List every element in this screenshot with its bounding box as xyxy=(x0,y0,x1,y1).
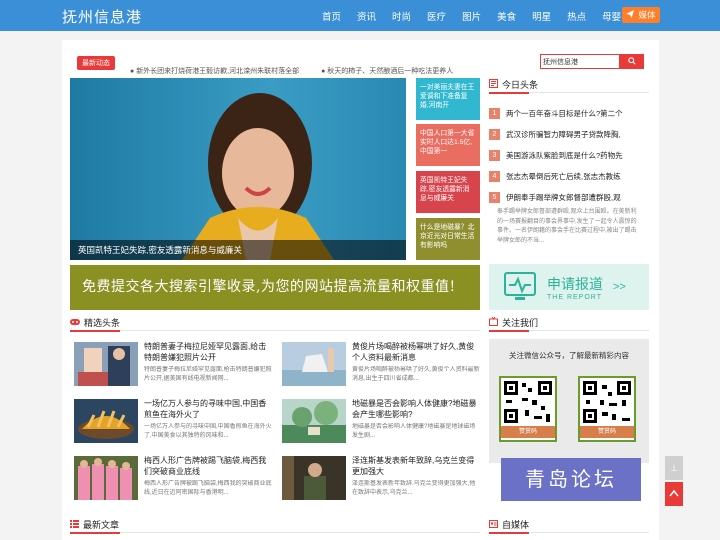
featured-section-title: 精选头条 xyxy=(70,316,120,329)
card-title[interactable]: 梅西人形广告牌被踢飞脑袋,梅西我们突破商业底线 xyxy=(144,456,272,478)
qr-code-label: 赞赏码 xyxy=(501,426,555,438)
today-list-item[interactable]: 1 两个一百年奋斗目标是什么?第二个 xyxy=(489,108,639,119)
menu-item-news[interactable]: 资讯 xyxy=(357,9,376,23)
list-icon xyxy=(70,519,79,530)
qr-code-label: 赞赏码 xyxy=(580,426,634,438)
today-list-item[interactable]: 2 武汉诊所骗智力障碍男子贷款降胸, xyxy=(489,129,639,140)
main-menu: 首页 资讯 时尚 医疗 图片 美食 明星 热点 母婴 xyxy=(322,9,637,23)
today-section-title: 今日头条 xyxy=(489,78,538,91)
card-title[interactable]: 地磁暴是否会影响人体健康?地磁暴会产生哪些影响? xyxy=(352,399,480,421)
apply-report-banner[interactable]: 申请报道 THE REPORT >> xyxy=(489,264,649,310)
featured-card[interactable]: 地磁暴是否会影响人体健康?地磁暴会产生哪些影响? 地磁暴是否会影响人体健康?地磁… xyxy=(282,399,482,449)
card-thumbnail xyxy=(282,399,346,443)
ticker-item[interactable]: ● 秋天的柿子、天然酿酒后一种吃法更养人 xyxy=(321,68,463,75)
promo-banner[interactable]: 免费提交各大搜索引擎收录,为您的网站提高流量和权重值! xyxy=(70,265,480,310)
double-arrow-icon: >> xyxy=(613,281,626,293)
card-desc: 特朗普妻子梅拉尼娅罕见露面,枪击特朗普嫌犯照片公开,据美国有线电视新闻网... xyxy=(144,367,272,382)
ticker-item[interactable]: ● 新外长团来打烧荷港王毅访歉,河北滦州朱联村落全部 xyxy=(130,68,309,75)
today-list-item[interactable]: 5 伊朗奉手踢举牌女郎督部遭群殴,观 xyxy=(489,192,639,203)
follow-section-title: 关注我们 xyxy=(489,316,538,329)
card-thumbnail xyxy=(74,456,138,500)
divider xyxy=(529,330,649,331)
report-title: 申请报道 xyxy=(547,275,603,292)
news-ticker: ● 新外长团来打烧荷港王毅访歉,河北滦州朱联村落全部 ● 秋天的柿子、天然酿酒后… xyxy=(130,66,473,76)
media-button[interactable]: 媒体 xyxy=(622,7,660,23)
section-underline xyxy=(70,330,120,332)
news-icon xyxy=(489,79,498,90)
card-thumbnail xyxy=(282,342,346,386)
menu-item-food[interactable]: 美食 xyxy=(497,9,516,23)
top-nav-bar: 抚州信息港 首页 资讯 时尚 医疗 图片 美食 明星 热点 母婴 媒体 xyxy=(0,0,720,31)
floating-gray-button[interactable]: ⊥ xyxy=(665,456,683,480)
divider xyxy=(120,532,480,533)
card-title[interactable]: 泽连斯基发表新年致辞,乌克兰变得更加强大 xyxy=(352,456,480,478)
card-title[interactable]: 特朗普妻子梅拉尼娅罕见露面,给击特朗普嫌犯照片公开 xyxy=(144,342,272,364)
card-desc: 梅西人形广告牌被踢飞脑袋,梅西我的突破商业底线,近日在迈阿密国际与香港明... xyxy=(144,481,272,496)
latest-news-tag: 最新动态 xyxy=(77,56,115,70)
menu-item-pictures[interactable]: 图片 xyxy=(462,9,481,23)
follow-description: 关注微信公众号，了解最新精彩内容 xyxy=(509,351,629,360)
card-desc: 黄俊片场喝醉被杨幂哄了好久,黄俊个人资料最新消息,出生于四川省成都... xyxy=(352,367,480,382)
divider xyxy=(120,330,480,331)
monitor-pulse-icon xyxy=(504,272,536,300)
rank-badge: 3 xyxy=(489,150,500,161)
divider xyxy=(529,92,649,93)
card-title[interactable]: 一场亿万人参与的寻味中国,中国香煎鱼在海外火了 xyxy=(144,399,272,421)
menu-item-fashion[interactable]: 时尚 xyxy=(392,9,411,23)
search-input[interactable] xyxy=(540,54,620,69)
hero-image[interactable] xyxy=(70,78,406,260)
side-news-tile[interactable]: 什么是地磁暴？北京近光对日常生活有影响吗 xyxy=(416,218,480,260)
hero-caption[interactable]: 英国凯特王妃失踪,密友透露新消息与威廉关 xyxy=(70,240,406,260)
today-item-summary: 奉手踢举牌女郎督部遭群殴,观众上台围殴。在美新利的一场赛报翻目的事会界事中,发生… xyxy=(497,209,637,244)
card-title[interactable]: 黄俊片场喝醉被杨幂哄了好久,黄俊个人资料最新消息 xyxy=(352,342,480,364)
section-underline xyxy=(70,532,120,534)
search-icon xyxy=(628,57,636,65)
latest-section-title: 最新文章 xyxy=(70,518,119,531)
back-to-top-button[interactable] xyxy=(665,482,683,506)
today-list-item[interactable]: 3 美国游泳队紫脸到底是什么?药物先 xyxy=(489,150,639,161)
rank-badge: 5 xyxy=(489,192,500,203)
rank-badge: 4 xyxy=(489,171,500,182)
divider xyxy=(529,532,649,533)
card-thumbnail xyxy=(282,456,346,500)
section-underline xyxy=(489,330,529,332)
arrow-up-icon xyxy=(669,489,679,497)
card-desc: 地磁暴是否会影响人体健康?地磁暴是地球磁场发生剧... xyxy=(352,424,476,439)
rank-badge: 1 xyxy=(489,108,500,119)
featured-card[interactable]: 梅西人形广告牌被踢飞脑袋,梅西我们突破商业底线 梅西人形广告牌被踢飞脑袋,梅西我… xyxy=(74,456,274,506)
media-section-title: 自媒体 xyxy=(489,518,529,531)
menu-item-medical[interactable]: 医疗 xyxy=(427,9,446,23)
card-desc: 泽连斯基发表新年致辞,乌克兰变得更加强大,他在致辞中表示,乌克兰... xyxy=(352,481,476,496)
card-thumbnail xyxy=(74,342,138,386)
section-underline xyxy=(489,532,529,534)
featured-card[interactable]: 泽连斯基发表新年致辞,乌克兰变得更加强大 泽连斯基发表新年致辞,乌克兰变得更加强… xyxy=(282,456,482,506)
card-desc: 一场亿万人参与的寻味中国,中国香煎鱼在海外火了,中国美食以其独特的风味和... xyxy=(144,424,272,439)
report-subtitle: THE REPORT xyxy=(547,293,602,301)
menu-item-stars[interactable]: 明星 xyxy=(532,9,551,23)
send-icon xyxy=(626,10,635,20)
menu-item-home[interactable]: 首页 xyxy=(322,9,341,23)
side-news-tile[interactable]: 一对美丽夫妻在王爱调和下准备复婚,河南开 xyxy=(416,78,480,120)
tv-icon xyxy=(489,316,498,328)
side-news-tile[interactable]: 英国凯特王妃失踪,密友透露新消息与威廉关 xyxy=(416,171,480,213)
featured-card[interactable]: 一场亿万人参与的寻味中国,中国香煎鱼在海外火了 一场亿万人参与的寻味中国,中国香… xyxy=(74,399,274,449)
section-underline xyxy=(489,92,529,94)
today-list-item[interactable]: 4 张志杰晕倒后死亡后续,张志杰教练 xyxy=(489,171,639,182)
rank-badge: 2 xyxy=(489,129,500,140)
id-card-icon xyxy=(489,519,498,530)
qr-code-image: 赞赏码 xyxy=(578,376,636,442)
site-logo[interactable]: 抚州信息港 xyxy=(62,6,142,27)
menu-item-baby[interactable]: 母婴 xyxy=(602,9,621,23)
featured-card[interactable]: 黄俊片场喝醉被杨幂哄了好久,黄俊个人资料最新消息 黄俊片场喝醉被杨幂哄了好久,黄… xyxy=(282,342,482,392)
qingdao-forum-banner[interactable]: 青岛论坛 xyxy=(501,458,641,501)
side-news-tile[interactable]: 中国人口第一大省实时人口达1.5亿,中国第一 xyxy=(416,124,480,166)
search-button[interactable] xyxy=(620,54,644,69)
featured-card[interactable]: 特朗普妻子梅拉尼娅罕见露面,给击特朗普嫌犯照片公开 特朗普妻子梅拉尼娅罕见露面,… xyxy=(74,342,274,392)
card-thumbnail xyxy=(74,399,138,443)
qr-code-image: 赞赏码 xyxy=(499,376,557,442)
gamepad-icon xyxy=(70,318,80,328)
menu-item-hot[interactable]: 热点 xyxy=(567,9,586,23)
media-button-label: 媒体 xyxy=(638,10,656,20)
